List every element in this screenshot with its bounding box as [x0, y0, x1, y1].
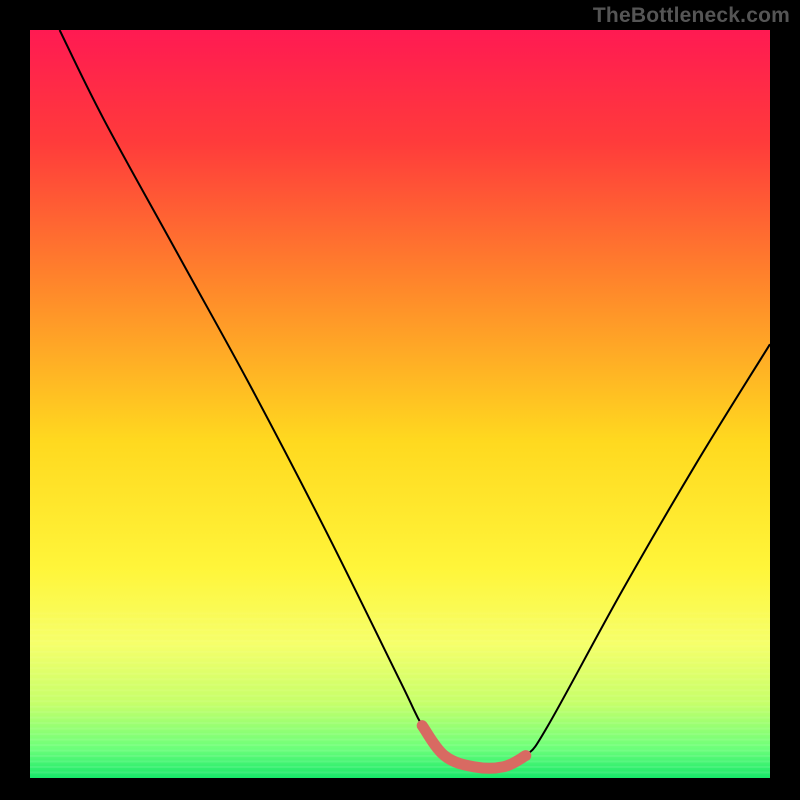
bottleneck-chart: [0, 0, 800, 800]
gradient-background: [30, 30, 770, 778]
chart-frame: TheBottleneck.com: [0, 0, 800, 800]
watermark-text: TheBottleneck.com: [593, 4, 790, 28]
